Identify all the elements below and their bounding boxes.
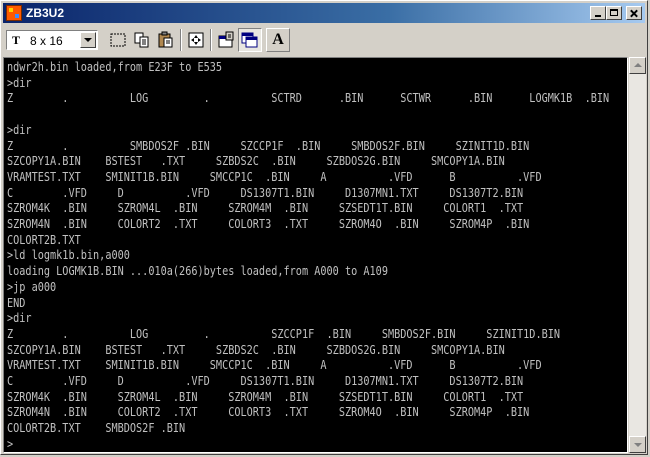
console-line: SZCOPY1A.BIN BSTEST .TXT SZBDS2C .BIN SZ… bbox=[7, 154, 505, 169]
scroll-up-button[interactable] bbox=[629, 57, 646, 74]
console-line: SZROM4K .BIN SZROM4L .BIN SZROM4M .BIN S… bbox=[7, 201, 524, 216]
font-select-icon: T bbox=[11, 33, 20, 47]
minimize-button[interactable] bbox=[590, 6, 606, 20]
console-line: C .VFD D .VFD DS1307T1.BIN D1307MN1.TXT … bbox=[7, 185, 524, 200]
chevron-down-icon[interactable] bbox=[80, 32, 96, 48]
console-line: Z . LOG . SZCCP1F .BIN SMBDOS2F.BIN SZIN… bbox=[7, 326, 561, 341]
console-line: SZROM4K .BIN SZROM4L .BIN SZROM4M .BIN S… bbox=[7, 389, 524, 404]
console-line: SZROM4N .BIN COLORT2 .TXT COLORT3 .TXT S… bbox=[7, 405, 530, 420]
paste-icon bbox=[158, 31, 173, 48]
console-line: > bbox=[7, 436, 14, 451]
console-line: COLORT2B.TXT SMBDOS2F .BIN bbox=[7, 421, 186, 436]
paste-button[interactable] bbox=[154, 28, 178, 52]
toolbar: T 8 x 16 A bbox=[3, 25, 645, 55]
maximize-button[interactable] bbox=[606, 6, 622, 20]
console-line: END bbox=[7, 295, 26, 310]
console-line: >dir bbox=[7, 311, 32, 326]
console-line: COLORT2B.TXT bbox=[7, 232, 81, 247]
copy-icon bbox=[134, 32, 149, 48]
console-line: VRAMTEST.TXT SMINIT1B.BIN SMCCP1C .BIN A… bbox=[7, 358, 542, 373]
console-text: ndwr2h.bin loaded,from E23F to E535 >dir Z… bbox=[7, 60, 610, 452]
console-line: VRAMTEST.TXT SMINIT1B.BIN SMCCP1C .BIN A… bbox=[7, 169, 542, 184]
console-line: Z . SMBDOS2F .BIN SZCCP1F .BIN SMBDOS2F.… bbox=[7, 138, 530, 153]
console-line: C .VFD D .VFD DS1307T1.BIN D1307MN1.TXT … bbox=[7, 374, 524, 389]
select-icon bbox=[110, 33, 126, 47]
background-button[interactable] bbox=[238, 28, 262, 52]
console-line: >ld logmk1b.bin,a000 bbox=[7, 248, 130, 263]
console-line: SZROM4N .BIN COLORT2 .TXT COLORT3 .TXT S… bbox=[7, 217, 530, 232]
toolbar-separator bbox=[180, 29, 182, 51]
font-size-value: 8 x 16 bbox=[30, 34, 63, 48]
font-icon: A bbox=[272, 31, 284, 48]
app-window: ZB3U2 T 8 x 16 A ndwr2h.bin loaded,from … bbox=[0, 0, 648, 455]
copy-button[interactable] bbox=[130, 28, 154, 52]
console-line: >dir bbox=[7, 122, 32, 137]
console-line: >jp a000 bbox=[7, 279, 57, 294]
console-line: loading LOGMK1B.BIN ...010a(266)bytes lo… bbox=[7, 264, 388, 279]
font-size-select[interactable]: T 8 x 16 bbox=[6, 30, 98, 50]
fullscreen-icon bbox=[188, 32, 204, 48]
scroll-down-button[interactable] bbox=[629, 436, 646, 453]
window-title: ZB3U2 bbox=[26, 6, 65, 20]
properties-icon bbox=[218, 31, 234, 48]
title-bar[interactable]: ZB3U2 bbox=[3, 3, 645, 23]
background-icon bbox=[241, 32, 258, 48]
select-button[interactable] bbox=[106, 28, 130, 52]
properties-button[interactable] bbox=[214, 28, 238, 52]
vertical-scrollbar[interactable] bbox=[629, 57, 646, 453]
toolbar-separator bbox=[210, 29, 212, 51]
console-line: Z . LOG . SCTRD .BIN SCTWR .BIN LOGMK1B … bbox=[7, 91, 610, 106]
console-line: SZCOPY1A.BIN BSTEST .TXT SZBDS2C .BIN SZ… bbox=[7, 342, 505, 357]
console-line: ndwr2h.bin loaded,from E23F to E535 bbox=[7, 60, 223, 74]
console-output[interactable]: ndwr2h.bin loaded,from E23F to E535 >dir Z… bbox=[3, 57, 628, 453]
fullscreen-button[interactable] bbox=[184, 28, 208, 52]
font-button[interactable]: A bbox=[266, 28, 290, 52]
console-line: >dir bbox=[7, 75, 32, 90]
app-icon[interactable] bbox=[6, 5, 22, 21]
close-button[interactable] bbox=[626, 6, 642, 20]
